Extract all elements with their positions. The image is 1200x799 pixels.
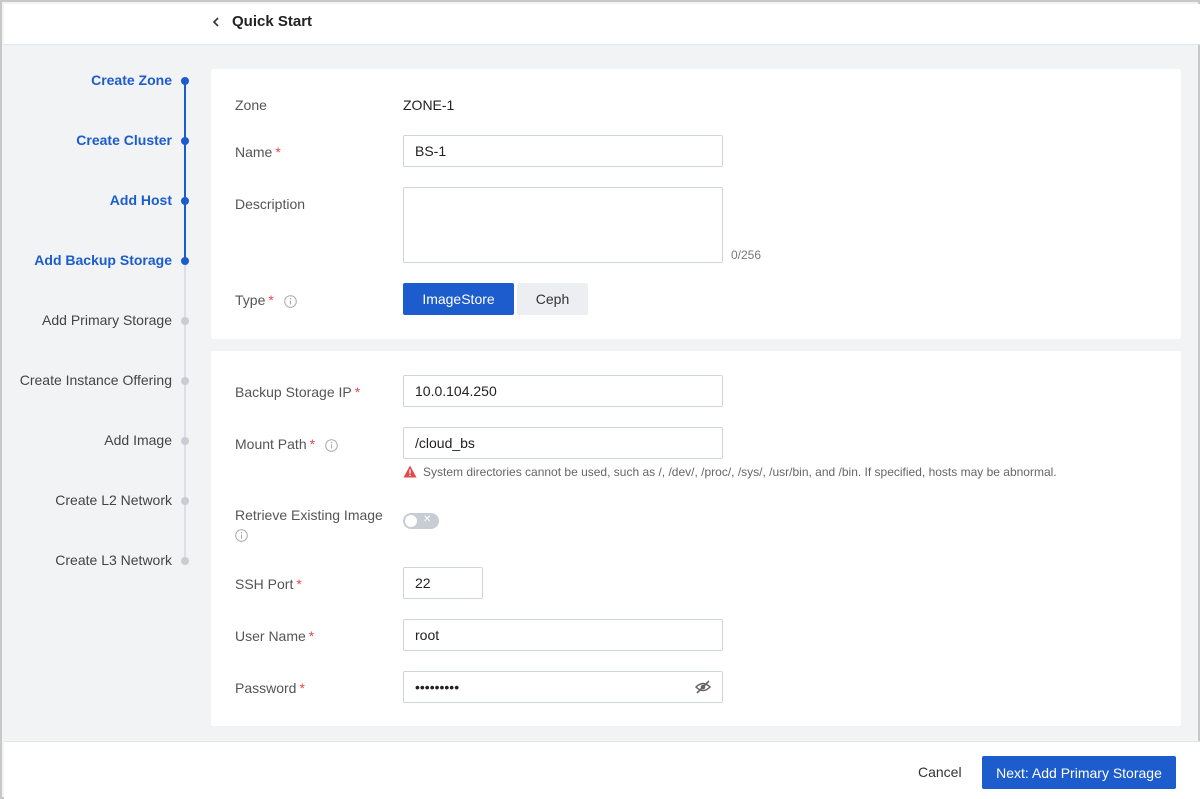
footer-bar: Cancel Next: Add Primary Storage	[4, 741, 1200, 799]
ip-label: Backup Storage IP *	[235, 384, 360, 400]
required-mark: *	[275, 144, 281, 160]
step-create-zone[interactable]: Create Zone	[91, 72, 172, 88]
required-mark: *	[354, 384, 361, 400]
type-label-text: Type	[235, 292, 266, 308]
step-create-instance-offering[interactable]: Create Instance Offering	[20, 372, 172, 388]
password-input[interactable]: •••••••••	[403, 671, 723, 703]
connection-card: Backup Storage IP * 10.0.104.250 Mount Pa…	[211, 351, 1181, 726]
step-create-l2-network[interactable]: Create L2 Network	[55, 492, 172, 508]
step-dot	[181, 377, 189, 385]
step-dot	[181, 317, 189, 325]
page-title: Quick Start	[232, 13, 313, 30]
required-mark: *	[309, 436, 316, 452]
step-connector	[184, 81, 186, 261]
ssh-port-label: SSH Port *	[235, 576, 302, 592]
step-add-host[interactable]: Add Host	[110, 192, 172, 208]
toggle-knob	[405, 515, 417, 527]
step-create-l3-network[interactable]: Create L3 Network	[55, 552, 172, 568]
name-label-text: Name	[235, 144, 273, 160]
step-dot	[181, 197, 189, 205]
warning-text: System directories cannot be used, such …	[423, 465, 1057, 479]
password-label-text: Password	[235, 680, 297, 696]
retrieve-image-label: Retrieve Existing Image	[235, 507, 383, 523]
step-add-primary-storage[interactable]: Add Primary Storage	[42, 312, 172, 328]
description-textarea[interactable]	[403, 187, 723, 263]
retrieve-image-toggle[interactable]: ✕	[403, 513, 439, 529]
password-value: •••••••••	[415, 679, 460, 695]
info-icon[interactable]	[283, 294, 297, 308]
step-dot	[181, 557, 189, 565]
step-create-cluster[interactable]: Create Cluster	[76, 132, 172, 148]
warning-icon	[403, 465, 417, 478]
ssh-port-input[interactable]: 22	[403, 567, 483, 599]
backup-storage-ip-input[interactable]: 10.0.104.250	[403, 375, 723, 407]
type-label: Type *	[235, 292, 297, 308]
ssh-port-label-text: SSH Port	[235, 576, 294, 592]
user-name-input[interactable]: root	[403, 619, 723, 651]
mount-path-label-text: Mount Path	[235, 436, 307, 452]
mount-path-input[interactable]: /cloud_bs	[403, 427, 723, 459]
step-add-image[interactable]: Add Image	[104, 432, 172, 448]
eye-off-icon[interactable]	[694, 679, 712, 695]
user-name-label: User Name *	[235, 628, 314, 644]
app-window: Quick Start Create Zone Create Cluster A…	[0, 0, 1200, 799]
step-connector	[184, 261, 186, 561]
description-counter: 0/256	[731, 248, 762, 262]
type-option-ceph[interactable]: Ceph	[517, 283, 588, 315]
info-icon[interactable]	[325, 438, 338, 452]
required-mark: *	[299, 680, 305, 696]
step-dot	[181, 257, 189, 265]
info-icon[interactable]	[235, 529, 248, 542]
step-dot	[181, 437, 189, 445]
wizard-steps: Create Zone Create Cluster Add Host Add …	[2, 45, 202, 745]
step-dot	[181, 137, 189, 145]
chevron-left-icon[interactable]	[209, 13, 223, 31]
zone-value: ZONE-1	[403, 97, 455, 113]
toggle-off-icon: ✕	[423, 514, 432, 525]
mount-path-warning: System directories cannot be used, such …	[403, 465, 1057, 479]
zone-label: Zone	[235, 97, 267, 113]
basic-info-card: Zone ZONE-1 Name * BS-1 Description 0/256…	[211, 69, 1181, 339]
name-label: Name *	[235, 144, 281, 160]
required-mark: *	[308, 628, 315, 644]
description-label: Description	[235, 196, 306, 212]
top-bar: Quick Start	[4, 4, 1200, 45]
required-mark: *	[268, 292, 274, 308]
step-dot	[181, 497, 189, 505]
mount-path-label: Mount Path *	[235, 436, 338, 452]
ip-label-text: Backup Storage IP	[235, 384, 352, 400]
user-name-label-text: User Name	[235, 628, 306, 644]
step-dot	[181, 77, 189, 85]
password-label: Password *	[235, 680, 305, 696]
required-mark: *	[296, 576, 302, 592]
type-option-imagestore[interactable]: ImageStore	[403, 283, 514, 315]
cancel-button[interactable]: Cancel	[910, 756, 970, 788]
name-input[interactable]: BS-1	[403, 135, 723, 167]
next-button[interactable]: Next: Add Primary Storage	[982, 756, 1176, 789]
step-add-backup-storage[interactable]: Add Backup Storage	[34, 252, 172, 268]
